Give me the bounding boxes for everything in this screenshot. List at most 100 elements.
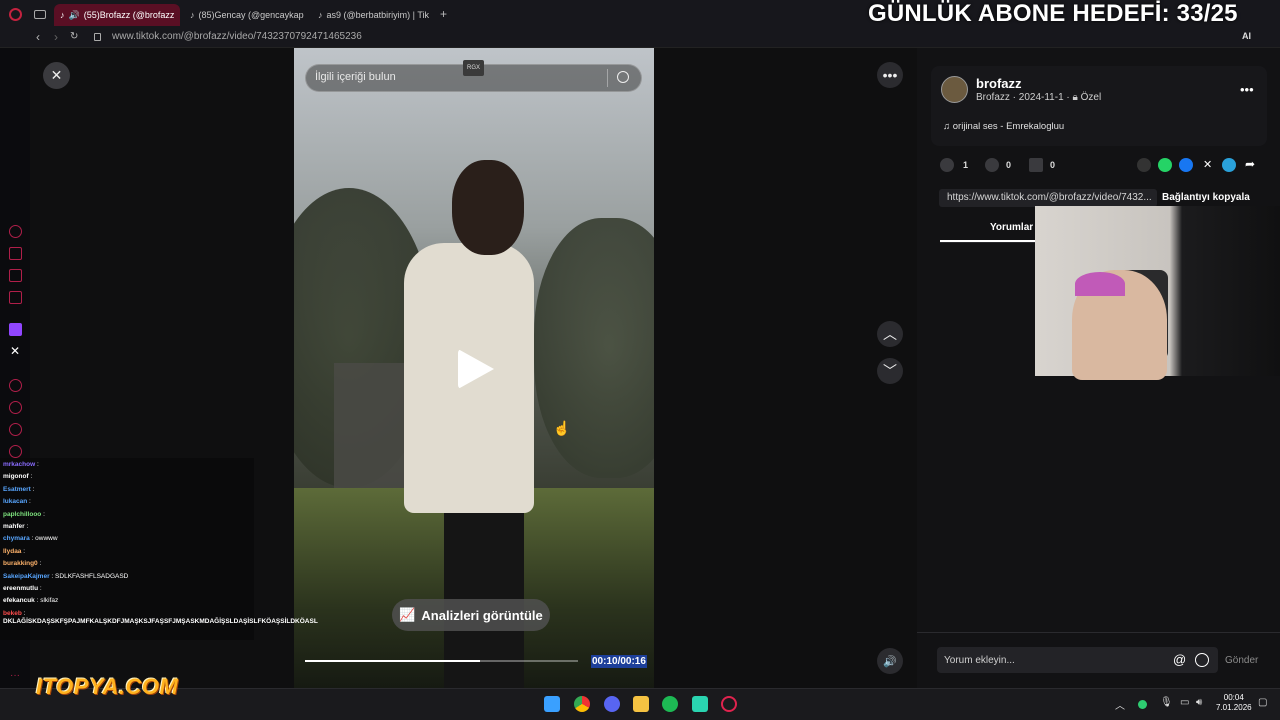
sidebar-bag-icon[interactable] — [9, 247, 22, 260]
back-icon[interactable]: ‹ — [36, 30, 40, 44]
x-share-icon[interactable]: ✕ — [1203, 158, 1212, 171]
previous-video-icon[interactable]: ︿ — [877, 321, 903, 347]
sidebar-game-icon[interactable] — [9, 269, 22, 282]
chat-username: Esatmert — [3, 485, 31, 493]
opera-logo-icon[interactable] — [9, 8, 22, 21]
clock-time: 00:04 — [1223, 693, 1244, 702]
chat-username: migonof — [3, 473, 29, 481]
chrome-icon[interactable] — [574, 696, 590, 712]
music-line[interactable]: ♫ orijinal ses - Emrekalogluu — [943, 121, 1064, 132]
file-explorer-icon[interactable] — [633, 696, 649, 712]
new-tab-icon[interactable]: + — [440, 7, 447, 21]
chat-message: efekancuk : slkifaz — [3, 597, 59, 605]
windows-start-icon[interactable] — [544, 696, 560, 712]
tab-as9[interactable]: ♪ as9 (@berbatbiriyim) | Tik — [312, 4, 434, 26]
sidebar-history-icon[interactable] — [9, 225, 22, 238]
speaker-icon: 🔊 — [68, 9, 80, 20]
chat-message: SakeipaKajmer : SDLKFASHFLSADGASD — [3, 572, 129, 580]
sidebar-more-icon[interactable]: ··· — [10, 670, 20, 681]
chat-username: chymara — [3, 535, 30, 543]
comment-icon[interactable] — [985, 158, 999, 172]
app-icon[interactable] — [692, 696, 708, 712]
volume-tray-icon[interactable]: 🔊︎ — [1196, 697, 1202, 708]
send-button[interactable]: Gönder — [1225, 655, 1258, 666]
chat-message: Esatmert : — [3, 485, 35, 493]
volume-icon[interactable]: 🔊 — [877, 648, 903, 674]
subscriber-goal-overlay: GÜNLÜK ABONE HEDEFİ: 33/25 — [868, 0, 1238, 27]
chat-message: llydaa : — [3, 547, 26, 555]
microphone-icon[interactable]: 🎙︎ — [1160, 697, 1173, 708]
comment-count: 0 — [1006, 160, 1012, 170]
search-divider — [607, 69, 608, 87]
facebook-icon[interactable] — [1179, 158, 1193, 172]
chat-message: lukacan : — [3, 498, 31, 506]
more-options-icon[interactable]: ••• — [877, 62, 903, 88]
reload-icon[interactable]: ↻ — [70, 31, 78, 42]
play-icon[interactable] — [458, 349, 494, 389]
chat-username: paplchillooo — [3, 510, 42, 518]
tab-comments-label: Yorumlar — [990, 222, 1034, 233]
chat-text: SDLKFASHFLSADGASD — [55, 572, 129, 580]
chat-username: bekeb — [3, 609, 22, 617]
rgx-badge: RGX — [463, 60, 484, 76]
like-icon[interactable] — [940, 158, 954, 172]
embed-icon[interactable] — [1137, 158, 1151, 172]
copy-link-button[interactable]: Bağlantıyı kopyala — [1162, 192, 1250, 203]
sidebar-player-icon[interactable] — [9, 379, 22, 392]
network-icon[interactable]: ▭ — [1180, 697, 1189, 708]
forward-icon[interactable]: › — [54, 30, 58, 44]
post-more-icon[interactable]: ••• — [1240, 82, 1254, 97]
toolbar-ai-label[interactable]: AI — [1242, 31, 1251, 41]
tray-chevron-icon[interactable]: ︿ — [1115, 697, 1125, 712]
url-text[interactable]: www.tiktok.com/@brofazz/video/7432370792… — [112, 31, 362, 42]
sidebar-settings-icon[interactable] — [9, 445, 22, 458]
tiktok-icon: ♪ — [60, 10, 65, 20]
discord-icon[interactable] — [604, 696, 620, 712]
lock-icon: 🔒︎ — [1072, 92, 1078, 103]
playback-time: 00:10/00:16 — [591, 655, 647, 668]
tab-comments[interactable]: Yorumlar — [940, 222, 1033, 233]
video-tree-right — [534, 218, 654, 478]
mention-icon[interactable]: @ — [1173, 652, 1186, 667]
post-link-field[interactable]: https://www.tiktok.com/@brofazz/video/74… — [939, 189, 1157, 207]
chat-message: burakking0 : — [3, 560, 42, 568]
sidebar-x-icon[interactable]: ✕ — [10, 344, 20, 358]
chat-username: llydaa — [3, 547, 22, 555]
whatsapp-icon[interactable] — [1158, 158, 1172, 172]
avatar[interactable] — [941, 76, 968, 103]
share-icon[interactable]: ➦ — [1245, 157, 1255, 171]
post-meta-text: Brofazz · 2024-11-1 · — [976, 92, 1073, 103]
tab-menu-icon[interactable] — [34, 10, 46, 19]
music-label: orijinal ses - Emrekalogluu — [952, 121, 1065, 132]
opera-gx-icon[interactable] — [721, 696, 737, 712]
sidebar-clock-icon[interactable] — [9, 401, 22, 414]
tab-label: (55)Brofazz (@brofazz — [83, 10, 175, 20]
view-analytics-button[interactable]: 📈 Analizleri görüntüle — [392, 599, 550, 631]
sidebar-bookmark-icon[interactable] — [9, 423, 22, 436]
close-icon[interactable]: ✕ — [43, 62, 70, 89]
comment-input[interactable]: Yorum ekleyin... — [944, 655, 1015, 666]
chat-username: mrkachow — [3, 461, 36, 468]
taskbar-clock[interactable]: 00:04 7.01.2026 — [1216, 693, 1252, 713]
tab-label: as9 (@berbatbiriyim) | Tik — [326, 10, 430, 20]
sidebar-twitch-icon[interactable] — [9, 323, 22, 336]
sponsor-logo: ITOPYA.COM — [36, 674, 179, 699]
music-note-icon: ♫ — [943, 121, 953, 132]
notification-icon[interactable]: ▢ — [1258, 697, 1267, 708]
next-video-icon[interactable]: ﹀ — [877, 358, 903, 384]
spotify-icon[interactable] — [662, 696, 678, 712]
chat-text: slkifaz — [40, 597, 59, 605]
chat-text: owwww — [35, 535, 58, 543]
username[interactable]: brofazz — [976, 76, 1022, 91]
bookmark-icon[interactable] — [1029, 158, 1043, 172]
stream-chat-overlay — [0, 458, 254, 640]
tab-gencay[interactable]: ♪ (85)Gencay (@gencaykap — [184, 4, 306, 26]
chat-message: migonof : — [3, 473, 33, 481]
sidebar-messenger-icon[interactable] — [9, 291, 22, 304]
search-input[interactable]: İlgili içeriği bulun — [315, 71, 396, 83]
telegram-icon[interactable] — [1222, 158, 1236, 172]
emoji-icon[interactable] — [1195, 653, 1209, 667]
tab-brofazz[interactable]: ♪ 🔊 (55)Brofazz (@brofazz — [54, 4, 180, 26]
search-icon[interactable] — [617, 71, 629, 83]
chat-username: ereenmutlu — [3, 585, 39, 592]
